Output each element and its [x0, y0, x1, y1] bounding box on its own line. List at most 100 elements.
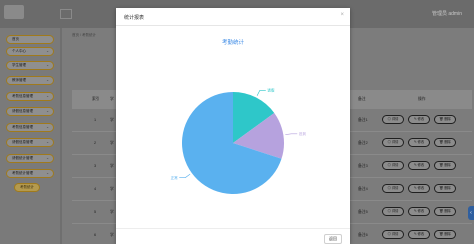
- cell-remark: 备注5: [358, 210, 368, 214]
- pie-label-line: [285, 133, 298, 136]
- sidebar-item-students[interactable]: 学生管理 ⌄: [6, 61, 54, 70]
- cell-name: 学: [110, 233, 114, 237]
- sidebar-item-label: 考勤信息管理: [12, 125, 33, 129]
- delete-button[interactable]: 🗑 删除: [434, 207, 456, 216]
- detail-button-label: 详情: [391, 186, 399, 190]
- pie-slice-label: 正常: [171, 175, 179, 180]
- sidebar-item-leave-stats[interactable]: 请假统计管理 ⌄: [6, 154, 54, 163]
- edit-button-label: 修改: [417, 140, 425, 144]
- delete-button[interactable]: 🗑 删除: [434, 230, 456, 239]
- cell-remark: 备注6: [358, 233, 368, 237]
- delete-button-label: 删除: [444, 163, 451, 167]
- chevron-down-icon: ⌄: [46, 171, 49, 175]
- cell-name: 学: [110, 118, 114, 122]
- chevron-down-icon: ⌄: [46, 49, 49, 53]
- pie-slice-label: 请假: [267, 88, 275, 93]
- sidebar-item-label: 教师管理: [12, 78, 26, 82]
- header-index: 索引: [92, 97, 100, 101]
- breadcrumb-home[interactable]: 首页: [72, 33, 79, 37]
- user-info[interactable]: 管理员 admin: [428, 10, 462, 17]
- delete-button-label: 删除: [444, 232, 451, 236]
- sidebar-item-leave-2[interactable]: 请假信息管理 ⌄: [6, 138, 54, 147]
- edit-button[interactable]: ✎ 修改: [408, 184, 430, 193]
- cell-name: 学: [110, 141, 114, 145]
- delete-button-label: 删除: [444, 186, 451, 190]
- delete-button[interactable]: 🗑 删除: [434, 138, 456, 147]
- detail-button-label: 详情: [391, 140, 399, 144]
- edit-button-label: 修改: [417, 209, 425, 213]
- sidebar-item-attendance[interactable]: 考勤信息管理 ⌄: [6, 92, 54, 101]
- cell-index: 4: [94, 187, 97, 191]
- breadcrumb: 首页 / 考勤统计: [72, 33, 96, 38]
- cell-index: 2: [94, 141, 97, 145]
- delete-button[interactable]: 🗑 删除: [434, 161, 456, 170]
- edit-button[interactable]: ✎ 修改: [408, 161, 430, 170]
- sidebar-item-label: 学生管理: [12, 63, 26, 67]
- user-label: 管理员 admin: [431, 11, 462, 17]
- cell-name: 学: [110, 210, 114, 214]
- pie-chart: 请假迟到正常: [171, 88, 307, 194]
- sidebar-item-profile[interactable]: 个人中心 ⌄: [6, 47, 54, 56]
- header-actions: 操作: [418, 97, 426, 101]
- header-remark: 备注: [358, 97, 366, 101]
- cell-name: 学: [110, 187, 114, 191]
- edit-button-label: 修改: [417, 232, 425, 236]
- menu-toggle[interactable]: [60, 9, 72, 19]
- detail-button[interactable]: ◎ 详情: [382, 138, 404, 147]
- sidebar: 首页 个人中心 ⌄ 学生管理 ⌄ 教师管理 ⌄ 考勤信息管理 ⌄ 请假信息管理 ⌄ 考勤信…: [0, 28, 60, 244]
- delete-button[interactable]: 🗑 删除: [434, 115, 456, 124]
- sidebar-item-home[interactable]: 首页: [6, 35, 54, 44]
- edit-button[interactable]: ✎ 修改: [408, 115, 430, 124]
- edit-button-label: 修改: [417, 117, 425, 121]
- sidebar-item-label: 个人中心: [12, 49, 26, 53]
- sidebar-item-label: 首页: [12, 37, 19, 41]
- sidebar-item-leave[interactable]: 请假信息管理 ⌄: [6, 107, 54, 116]
- sidebar-item-attendance-2[interactable]: 考勤信息管理 ⌄: [6, 123, 54, 132]
- header-name: 学: [110, 97, 114, 101]
- delete-button-label: 删除: [444, 117, 451, 121]
- chevron-down-icon: ⌄: [46, 94, 49, 98]
- chevron-down-icon: ⌄: [46, 109, 49, 113]
- pie-slice-label: 迟到: [299, 131, 307, 136]
- breadcrumb-separator: /: [79, 33, 81, 37]
- chevron-down-icon: ⌄: [46, 78, 49, 82]
- detail-button-label: 详情: [391, 117, 399, 121]
- detail-button[interactable]: ◎ 详情: [382, 230, 404, 239]
- sidebar-item-label: 考勤统计管理: [12, 171, 33, 175]
- sidebar-item-label: 请假统计管理: [12, 156, 33, 160]
- cell-index: 6: [94, 233, 97, 237]
- sidebar-item-teachers[interactable]: 教师管理 ⌄: [6, 76, 54, 85]
- cell-remark: 备注3: [358, 164, 368, 168]
- cell-name: 学: [110, 164, 114, 168]
- chevron-down-icon: ⌄: [46, 63, 49, 67]
- edit-button-label: 修改: [417, 186, 425, 190]
- cell-remark: 备注4: [358, 187, 368, 191]
- detail-button-label: 详情: [391, 163, 399, 167]
- delete-button[interactable]: 🗑 删除: [434, 184, 456, 193]
- scroll-handle[interactable]: ‹: [468, 206, 474, 220]
- logo: [4, 5, 24, 19]
- sidebar-item-label: 考勤信息管理: [12, 94, 33, 98]
- edit-button[interactable]: ✎ 修改: [408, 207, 430, 216]
- edit-button[interactable]: ✎ 修改: [408, 138, 430, 147]
- detail-button-label: 详情: [391, 232, 399, 236]
- cell-index: 3: [94, 164, 97, 168]
- delete-button-label: 删除: [444, 209, 451, 213]
- detail-button[interactable]: ◎ 详情: [382, 207, 404, 216]
- edit-button[interactable]: ✎ 修改: [408, 230, 430, 239]
- delete-button-label: 删除: [444, 140, 451, 144]
- detail-button[interactable]: ◎ 详情: [382, 184, 404, 193]
- back-button[interactable]: 返回: [324, 234, 342, 244]
- cell-index: 1: [94, 118, 97, 122]
- sidebar-item-label: 请假信息管理: [12, 109, 33, 113]
- cell-remark: 备注2: [358, 141, 368, 145]
- detail-button[interactable]: ◎ 详情: [382, 161, 404, 170]
- chevron-down-icon: ⌄: [46, 140, 49, 144]
- cell-index: 5: [94, 210, 97, 214]
- detail-button[interactable]: ◎ 详情: [382, 115, 404, 124]
- breadcrumb-current: 考勤统计: [81, 33, 96, 37]
- sidebar-subitem-label: 考勤统计: [20, 185, 34, 189]
- stats-modal: 统计报表 × 考勤统计 请假 迟到 正常 返回: [116, 8, 350, 244]
- sidebar-item-attendance-stats[interactable]: 考勤统计管理 ⌄: [6, 169, 54, 178]
- sidebar-subitem-attendance-stats[interactable]: 考勤统计: [14, 183, 40, 192]
